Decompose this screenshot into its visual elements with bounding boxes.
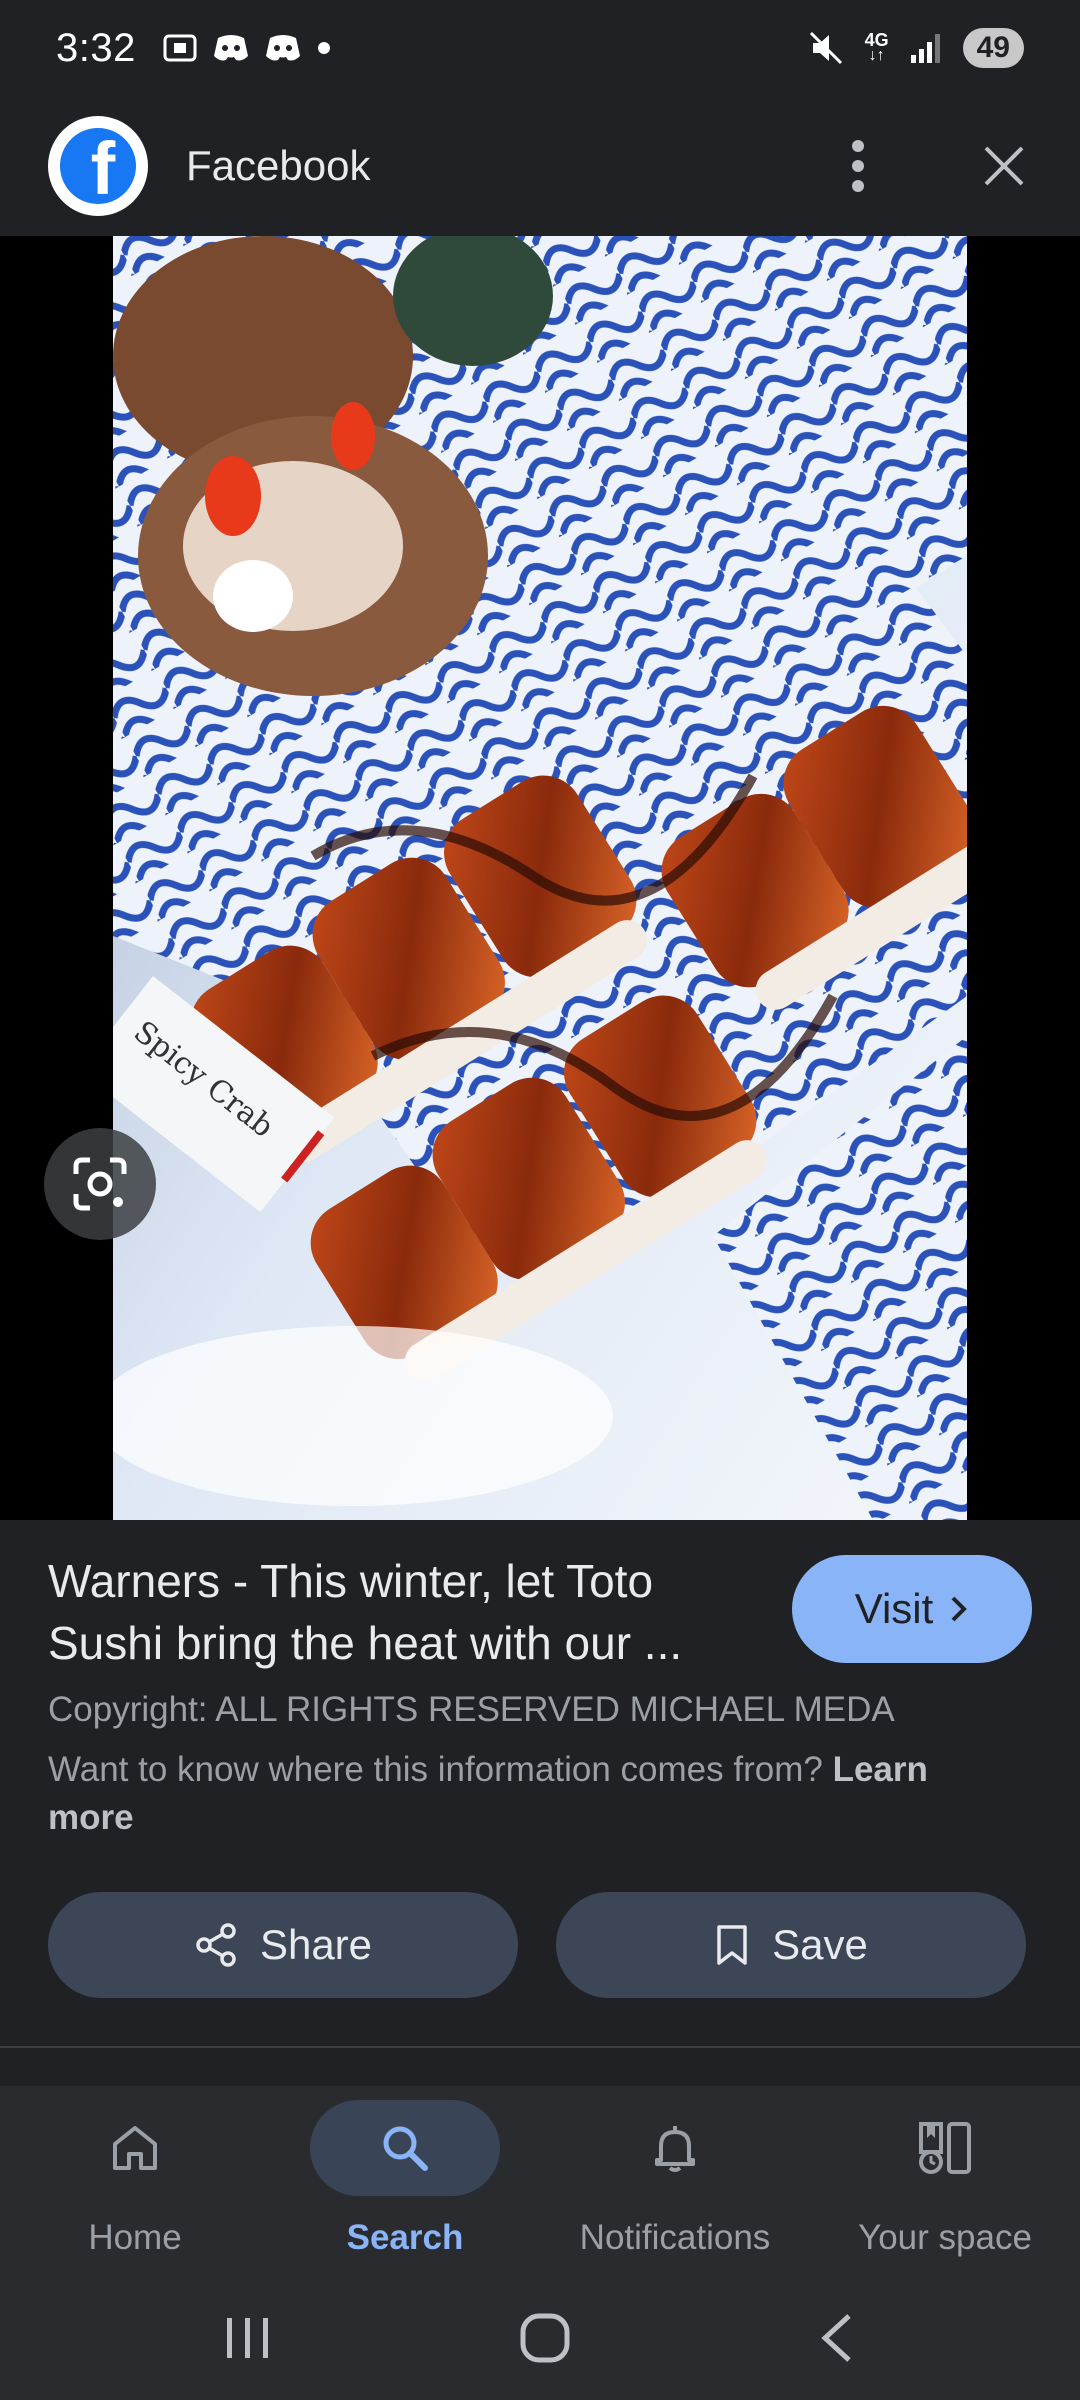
more-vert-icon bbox=[852, 140, 864, 192]
discord-icon bbox=[213, 35, 248, 61]
status-time: 3:32 bbox=[56, 25, 136, 70]
source-header: f Facebook bbox=[0, 96, 1080, 236]
google-lens-button[interactable] bbox=[44, 1128, 156, 1240]
result-title[interactable]: Warners - This winter, let Toto Sushi br… bbox=[48, 1550, 768, 1674]
nav-search-label: Search bbox=[346, 2218, 464, 2257]
sushi-photo-illustration: Spicy Crab bbox=[113, 236, 967, 1520]
facebook-logo-icon: f bbox=[48, 116, 148, 216]
nav-your-space-label: Your space bbox=[858, 2218, 1032, 2257]
nav-notifications[interactable]: Notifications bbox=[540, 2086, 810, 2276]
system-navigation-bar bbox=[0, 2276, 1080, 2400]
bookmark-icon bbox=[717, 1925, 747, 1965]
status-icons-right: 4G ↓↑ 49 bbox=[807, 28, 1024, 68]
bell-icon bbox=[655, 2126, 695, 2172]
back-icon[interactable] bbox=[817, 2311, 857, 2365]
mute-icon bbox=[809, 31, 842, 65]
image-viewer: Spicy Crab bbox=[0, 236, 1080, 1520]
more-options-button[interactable] bbox=[830, 138, 886, 194]
nav-your-space[interactable]: Your space bbox=[810, 2086, 1080, 2276]
close-icon bbox=[984, 146, 1024, 186]
battery-indicator: 49 bbox=[962, 28, 1024, 68]
status-icons-left bbox=[162, 30, 332, 66]
provenance-text: Want to know where this information come… bbox=[48, 1746, 1008, 1842]
chevron-right-icon bbox=[951, 1596, 968, 1622]
visit-button[interactable]: Visit bbox=[792, 1555, 1032, 1663]
your-space-icon bbox=[919, 2122, 971, 2174]
divider bbox=[0, 2046, 1080, 2048]
nav-notifications-label: Notifications bbox=[579, 2218, 771, 2257]
share-icon bbox=[196, 1923, 236, 1967]
source-name: Facebook bbox=[186, 142, 371, 189]
provenance-question: Want to know where this information come… bbox=[48, 1750, 823, 1789]
home-button-icon[interactable] bbox=[518, 2311, 572, 2365]
dot-icon bbox=[317, 42, 330, 54]
recent-apps-icon[interactable] bbox=[223, 2314, 273, 2362]
sushi-photo[interactable]: Spicy Crab bbox=[113, 236, 967, 1520]
visit-label: Visit bbox=[854, 1585, 934, 1632]
close-button[interactable] bbox=[976, 138, 1032, 194]
nav-home-label: Home bbox=[88, 2218, 182, 2257]
copyright-text: Copyright: ALL RIGHTS RESERVED MICHAEL M… bbox=[48, 1690, 895, 1729]
nav-search[interactable]: Search bbox=[270, 2086, 540, 2276]
nav-home[interactable]: Home bbox=[0, 2086, 270, 2276]
lens-icon bbox=[73, 1157, 127, 1211]
share-label: Share bbox=[259, 1921, 373, 1968]
status-bar: 3:32 4G ↓↑ 49 bbox=[0, 0, 1080, 96]
save-label: Save bbox=[772, 1921, 868, 1968]
screenshot-icon bbox=[163, 34, 197, 62]
facebook-logo-letter: f bbox=[90, 128, 116, 205]
save-button[interactable]: Save bbox=[556, 1892, 1026, 1998]
bottom-navigation: Home Search Notifications Your space bbox=[0, 2086, 1080, 2276]
home-icon bbox=[113, 2126, 157, 2170]
discord-icon bbox=[265, 35, 300, 61]
search-icon bbox=[383, 2126, 428, 2171]
network-type: 4G ↓↑ bbox=[864, 30, 889, 64]
share-button[interactable]: Share bbox=[48, 1892, 518, 1998]
signal-icon bbox=[910, 34, 940, 63]
